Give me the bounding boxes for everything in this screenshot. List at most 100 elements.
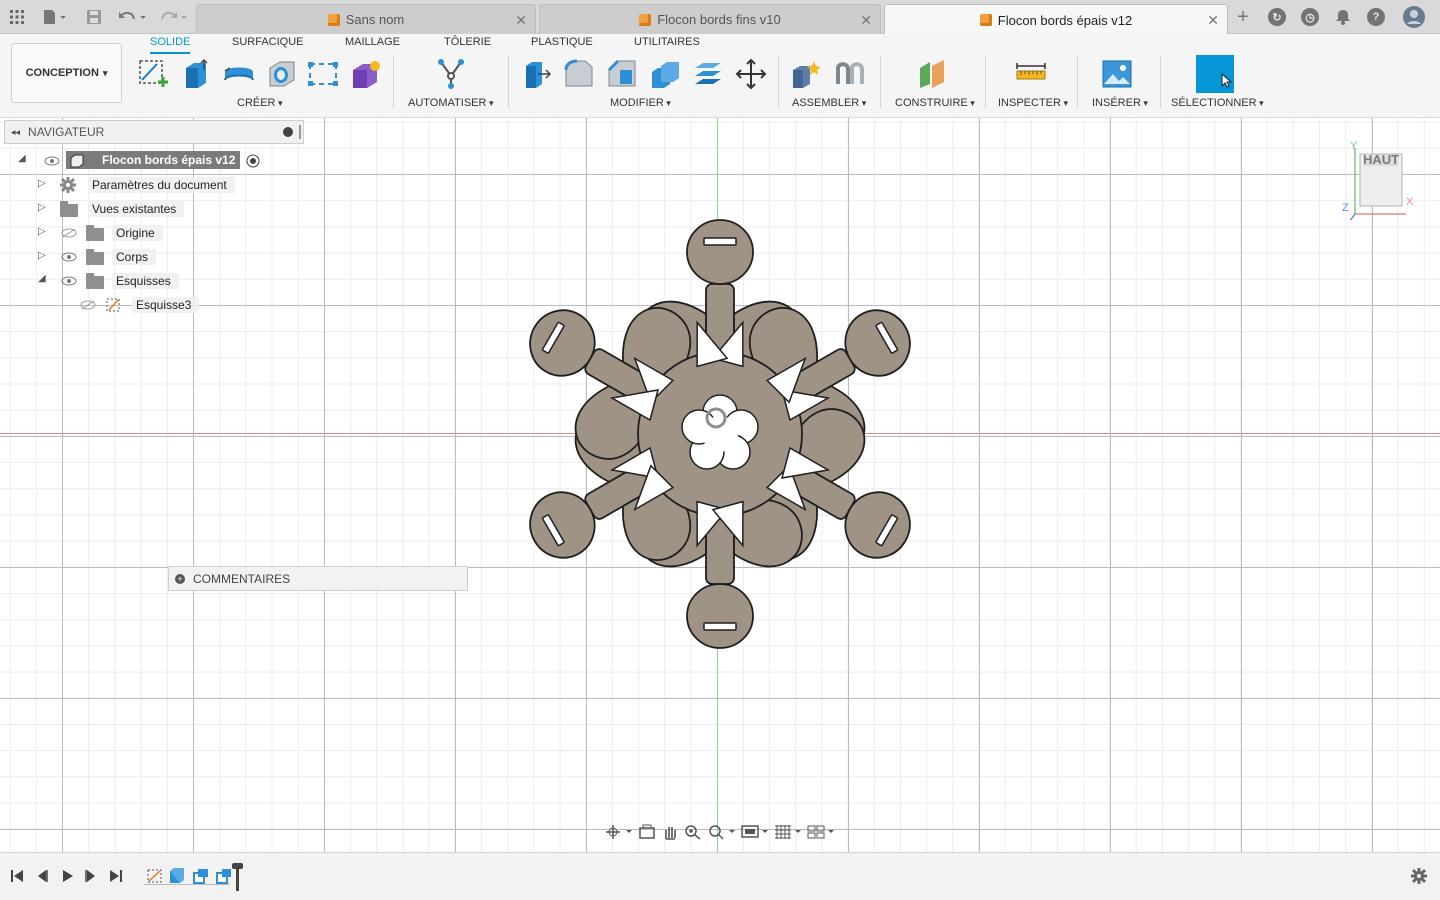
tree-item-sketches[interactable]: ◢ Esquisses (38, 272, 179, 290)
grid-settings-icon[interactable] (774, 824, 802, 840)
apps-grid-icon[interactable] (8, 7, 26, 27)
resize-handle[interactable] (299, 125, 301, 139)
timeline-settings-gear-icon[interactable] (1410, 867, 1428, 885)
tab-tolerie[interactable]: TÔLERIE (444, 36, 491, 54)
tree-item-named-views[interactable]: ▷ Vues existantes (38, 200, 185, 218)
expand-icon[interactable]: ▷ (38, 178, 46, 189)
viewports-icon[interactable] (807, 824, 835, 840)
timeline-shell-icon[interactable] (192, 867, 210, 885)
offset-plane-icon[interactable] (914, 56, 950, 92)
select-icon[interactable] (1196, 55, 1234, 93)
view-cube-face[interactable]: HAUT (1336, 152, 1426, 167)
tab-flocon-bords-fins[interactable]: Flocon bords fins v10 ✕ (539, 4, 881, 34)
snowflake-body[interactable] (500, 214, 940, 654)
separator (393, 56, 394, 108)
visibility-icon[interactable] (44, 156, 60, 166)
job-status-icon[interactable]: ◷ (1300, 7, 1320, 27)
measure-icon[interactable] (1013, 56, 1049, 92)
hole-icon[interactable] (264, 56, 300, 92)
close-icon[interactable]: ✕ (1207, 12, 1219, 29)
close-icon[interactable]: ✕ (860, 12, 872, 29)
help-icon[interactable]: ? (1366, 7, 1386, 27)
tree-item-origin[interactable]: ▷ Origine (38, 224, 163, 242)
visibility-icon[interactable] (61, 276, 77, 286)
group-insert[interactable]: INSÉRER (1092, 97, 1148, 109)
tab-label: Sans nom (345, 12, 405, 27)
tab-surfacique[interactable]: SURFACIQUE (232, 36, 304, 54)
extrude-icon[interactable] (178, 56, 214, 92)
expand-icon[interactable]: ▷ (38, 226, 46, 237)
tree-item-sketch3[interactable]: Esquisse3 (78, 296, 200, 314)
timeline-marker-handle[interactable] (232, 863, 243, 869)
fillet-icon[interactable] (561, 56, 597, 92)
tab-solide[interactable]: SOLIDE (150, 36, 191, 54)
look-at-icon[interactable] (638, 824, 656, 840)
minimize-icon[interactable] (283, 127, 293, 137)
play-icon[interactable] (58, 867, 76, 885)
visibility-icon[interactable] (61, 252, 77, 262)
chamfer-icon[interactable] (604, 56, 640, 92)
tab-maillage[interactable]: MAILLAGE (345, 36, 400, 54)
display-settings-icon[interactable] (741, 824, 769, 840)
joint-icon[interactable] (832, 56, 868, 92)
extensions-icon[interactable]: ↻ (1267, 7, 1287, 27)
pattern-icon[interactable] (305, 56, 341, 92)
notifications-icon[interactable] (1333, 7, 1353, 27)
expand-icon[interactable]: ▷ (38, 202, 46, 213)
create-form-icon[interactable] (348, 56, 384, 92)
collapse-panel-icon[interactable]: ◂◂ (11, 127, 20, 138)
group-inspect[interactable]: INSPECTER (998, 97, 1068, 109)
group-construct[interactable]: CONSTRUIRE (895, 97, 975, 109)
viewport-canvas[interactable]: ◂◂ NAVIGATEUR ◢ Flocon bords épais v12 ▷… (0, 118, 1440, 852)
tab-utilitaires[interactable]: UTILITAIRES (634, 36, 700, 54)
group-create[interactable]: CRÉER (237, 97, 283, 109)
new-component-icon[interactable] (789, 56, 825, 92)
press-pull-icon[interactable] (518, 56, 554, 92)
insert-image-icon[interactable] (1099, 56, 1135, 92)
tree-item-bodies[interactable]: ▷ Corps (38, 248, 157, 266)
collapse-icon[interactable]: ◢ (18, 153, 26, 164)
group-automate[interactable]: AUTOMATISER (408, 97, 493, 109)
redo-icon[interactable] (157, 7, 189, 27)
hidden-eye-icon[interactable] (61, 228, 77, 238)
undo-icon[interactable] (116, 7, 148, 27)
group-modify[interactable]: MODIFIER (610, 97, 671, 109)
hidden-eye-icon[interactable] (80, 300, 96, 310)
tab-flocon-bords-epais[interactable]: Flocon bords épais v12 ✕ (884, 4, 1228, 35)
orbit-icon[interactable] (605, 824, 633, 840)
group-select[interactable]: SÉLECTIONNER (1171, 97, 1264, 109)
tree-item-document-settings[interactable]: ▷ Paramètres du document (38, 176, 235, 194)
tab-sans-nom[interactable]: Sans nom ✕ (196, 4, 536, 34)
workspace-selector[interactable]: CONCEPTION ▾ (11, 43, 122, 103)
go-to-start-icon[interactable] (8, 867, 26, 885)
group-assemble[interactable]: ASSEMBLER (792, 97, 866, 109)
tab-plastique[interactable]: PLASTIQUE (531, 36, 593, 54)
previous-step-icon[interactable] (33, 867, 51, 885)
zoom-icon[interactable] (684, 824, 702, 840)
save-icon[interactable] (85, 7, 103, 27)
expand-icon[interactable]: ▷ (38, 250, 46, 261)
file-menu-icon[interactable] (40, 7, 70, 27)
fit-icon[interactable] (708, 824, 736, 840)
next-step-icon[interactable] (82, 867, 100, 885)
navigator-header[interactable]: ◂◂ NAVIGATEUR (4, 120, 304, 144)
go-to-end-icon[interactable] (107, 867, 125, 885)
close-icon[interactable]: ✕ (515, 12, 527, 29)
automate-icon[interactable] (433, 56, 469, 92)
revolve-icon[interactable] (221, 56, 257, 92)
view-cube[interactable]: HAUT Y X Z (1336, 140, 1426, 220)
collapse-icon[interactable]: ◢ (38, 273, 46, 284)
comments-panel[interactable]: + COMMENTAIRES (168, 566, 468, 591)
timeline-sketch-icon[interactable] (146, 867, 164, 885)
add-comment-icon[interactable]: + (175, 573, 185, 584)
activate-radio-icon[interactable] (246, 154, 260, 168)
user-avatar-icon[interactable] (1402, 6, 1426, 28)
move-icon[interactable] (733, 56, 769, 92)
create-sketch-icon[interactable] (135, 56, 171, 92)
shell-icon[interactable] (647, 56, 683, 92)
pan-icon[interactable] (661, 824, 679, 840)
timeline-extrude-icon[interactable] (168, 867, 186, 885)
new-tab-icon[interactable]: + (1233, 6, 1253, 28)
timeline-combine-icon[interactable] (215, 867, 233, 885)
combine-icon[interactable] (690, 56, 726, 92)
